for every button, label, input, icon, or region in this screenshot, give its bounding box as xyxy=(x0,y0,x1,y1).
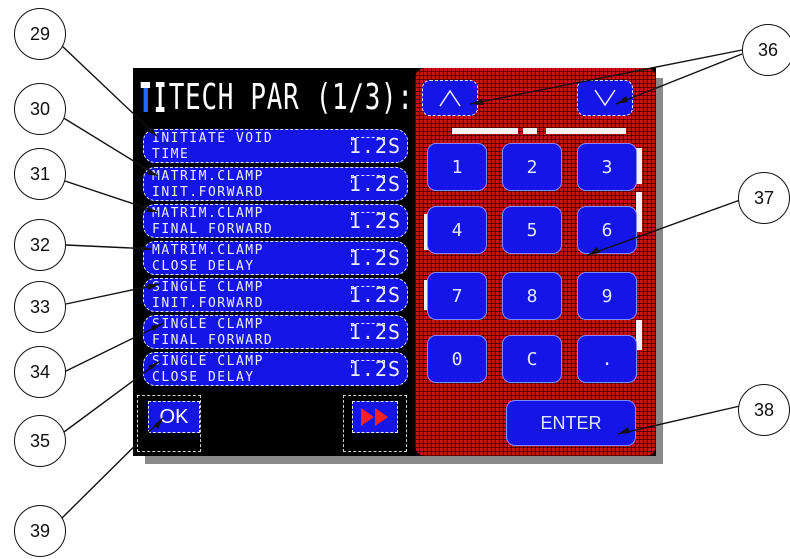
callout-30: 30 xyxy=(14,83,66,135)
callout-29: 29 xyxy=(14,8,66,60)
callout-35: 35 xyxy=(14,415,66,467)
callout-34: 34 xyxy=(14,346,66,398)
callout-31: 31 xyxy=(14,148,66,200)
callout-36: 36 xyxy=(742,24,790,76)
callout-39: 39 xyxy=(14,505,66,557)
callout-37: 37 xyxy=(738,172,790,224)
figure: TECH PAR (1/3): INITIATE VOID TIME 1.2S … xyxy=(0,0,790,559)
callout-33: 33 xyxy=(14,281,66,333)
callout-32: 32 xyxy=(14,219,66,271)
callout-38: 38 xyxy=(738,384,790,436)
leader-lines xyxy=(59,43,743,519)
